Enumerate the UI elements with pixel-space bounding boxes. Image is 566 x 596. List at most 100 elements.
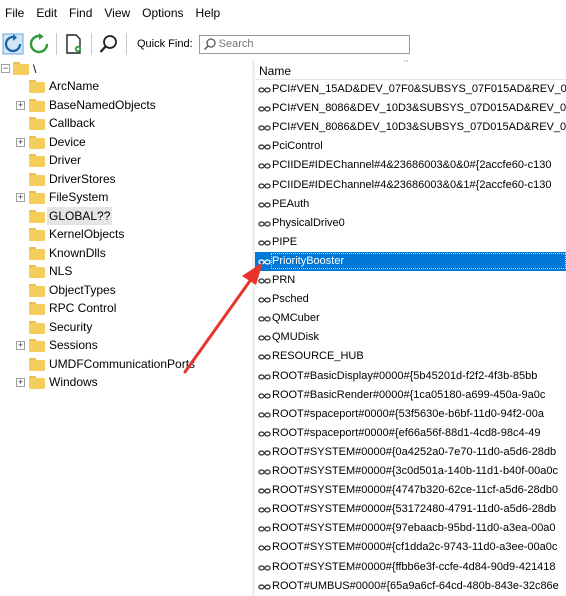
symlink-icon <box>258 583 271 590</box>
list-item[interactable]: PIPE <box>255 233 566 252</box>
tree-item[interactable]: + BaseNamedObjects <box>0 96 252 114</box>
quick-find-box[interactable] <box>198 34 410 54</box>
list-item[interactable]: ROOT#SYSTEM#0000#{4747b320-62ce-11cf-a5d… <box>255 481 566 500</box>
list-item-label: ROOT#SYSTEM#0000#{ffbb6e3f-ccfe-4d84-90d… <box>272 560 556 573</box>
list-item[interactable]: RESOURCE_HUB <box>255 347 566 366</box>
tree-item[interactable]: Security <box>0 318 252 336</box>
refresh-button[interactable] <box>0 31 26 57</box>
list-item[interactable]: PCIIDE#IDEChannel#4&23686003&0&1#{2accfe… <box>255 176 566 195</box>
expand-icon[interactable]: + <box>16 100 25 110</box>
tree-item-label: Driver <box>49 153 81 167</box>
menu-view[interactable]: View <box>99 0 137 26</box>
list-item[interactable]: PEAuth <box>255 195 566 214</box>
tree-item[interactable]: + FileSystem <box>0 188 252 206</box>
menu-bar: File Edit Find View Options Help <box>0 0 566 26</box>
expand-icon[interactable]: + <box>16 193 25 202</box>
expand-icon[interactable]: + <box>16 137 25 147</box>
list-item[interactable]: ROOT#UMBUS#0000#{65a9a6cf-64cd-480b-843e… <box>255 577 566 596</box>
expand-icon[interactable]: + <box>16 341 25 350</box>
properties-button[interactable] <box>61 31 87 57</box>
collapse-icon[interactable]: − <box>1 64 10 73</box>
list-item[interactable]: Psched <box>255 290 566 309</box>
symlink-icon <box>258 412 271 418</box>
list-item[interactable]: ROOT#SYSTEM#0000#{ffbb6e3f-ccfe-4d84-90d… <box>255 558 566 577</box>
list-item[interactable]: ROOT#BasicDisplay#0000#{5b45201d-f2f2-4f… <box>255 367 566 386</box>
menu-help[interactable]: Help <box>191 0 228 26</box>
tree-item[interactable]: NLS <box>0 262 252 280</box>
list-item-label: PRN <box>272 274 296 286</box>
menu-find[interactable]: Find <box>64 0 99 26</box>
list-item-selected[interactable]: PriorityBooster <box>255 251 566 271</box>
symlink-icon <box>258 450 271 456</box>
tree-item[interactable]: + Device <box>0 133 252 151</box>
folder-icon <box>29 154 45 167</box>
symlink-icon <box>258 182 271 189</box>
search-input[interactable] <box>216 38 399 50</box>
quick-find-label: Quick Find: <box>137 38 193 50</box>
list-item[interactable]: PCI#VEN_15AD&DEV_07F0&SUBSYS_07F015AD&RE… <box>255 80 566 99</box>
tree-item[interactable]: ArcName <box>0 77 252 95</box>
list-item[interactable]: PRN <box>255 271 566 290</box>
tree-root[interactable]: − \ <box>0 60 252 78</box>
list-item-label: PCIIDE#IDEChannel#4&23686003&0&1#{2accfe… <box>272 178 552 191</box>
folder-icon <box>29 98 45 112</box>
folder-icon <box>29 283 45 297</box>
list-item[interactable]: ROOT#SYSTEM#0000#{0a4252a0-7e70-11d0-a5d… <box>255 443 566 462</box>
tree-item[interactable]: ObjectTypes <box>0 281 252 299</box>
symlink-icon <box>258 526 271 532</box>
list-item[interactable]: QMCuber <box>255 309 566 328</box>
column-header-name[interactable]: ^ Name <box>255 60 566 80</box>
expand-icon[interactable]: + <box>16 378 25 387</box>
folder-icon <box>29 117 45 130</box>
tree-item[interactable]: RPC Control <box>0 299 252 317</box>
folder-icon <box>29 135 45 149</box>
find-button[interactable] <box>96 31 122 57</box>
magnifier-icon <box>99 35 117 53</box>
tree-item-label: Security <box>49 319 93 334</box>
folder-icon <box>29 228 45 241</box>
tree-item[interactable]: KernelObjects <box>0 225 252 243</box>
tree-item[interactable]: GLOBAL?? <box>0 206 252 225</box>
tree-item[interactable]: + Sessions <box>0 336 252 354</box>
tree-item[interactable]: UMDFCommunicationPorts <box>0 355 252 373</box>
tree-item[interactable]: Driver <box>0 151 252 169</box>
list-item[interactable]: ROOT#SYSTEM#0000#{cf1dda2c-9743-11d0-a3e… <box>255 538 566 557</box>
list-item-label: ROOT#SYSTEM#0000#{97ebaacb-95bd-11d0-a3e… <box>272 522 556 535</box>
list-item-label: QMCuber <box>272 312 320 325</box>
tree-item[interactable]: DriverStores <box>0 170 252 188</box>
list-item[interactable]: PhysicalDrive0 <box>255 214 566 233</box>
list-item-label: ROOT#BasicDisplay#0000#{5b45201d-f2f2-4f… <box>272 369 538 382</box>
auto-refresh-icon <box>29 33 49 54</box>
list-item[interactable]: ROOT#SYSTEM#0000#{3c0d501a-140b-11d1-b40… <box>255 462 566 481</box>
auto-refresh-button[interactable] <box>26 31 52 57</box>
tree-item-label: Windows <box>49 375 98 389</box>
menu-edit[interactable]: Edit <box>31 0 64 26</box>
list-item-label: ROOT#SYSTEM#0000#{cf1dda2c-9743-11d0-a3e… <box>272 541 558 554</box>
folder-icon <box>29 302 45 315</box>
menu-file[interactable]: File <box>0 0 31 26</box>
folder-icon <box>29 376 45 389</box>
symlink-icon <box>258 125 271 131</box>
list-item[interactable]: QMUDisk <box>255 328 566 347</box>
tree-item[interactable]: KnownDlls <box>0 244 252 262</box>
list-item[interactable]: PCIIDE#IDEChannel#4&23686003&0&0#{2accfe… <box>255 156 566 175</box>
refresh-icon <box>2 33 24 55</box>
object-tree[interactable]: − \ ArcName + BaseNamedObjects Callback + Devic… <box>0 60 252 596</box>
list-item-label: PCI#VEN_15AD&DEV_07F0&SUBSYS_07F015AD&RE… <box>272 83 566 95</box>
list-item[interactable]: PciControl <box>255 137 566 156</box>
list-item[interactable]: ROOT#SYSTEM#0000#{53172480-4791-11d0-a5d… <box>255 500 566 519</box>
object-list[interactable]: ^ Name PCI#VEN_15AD&DEV_07F0&SUBSYS_07F0… <box>255 60 566 596</box>
tree-item[interactable]: Callback <box>0 114 252 132</box>
sort-ascending-icon: ^ <box>404 60 409 67</box>
list-item[interactable]: ROOT#BasicRender#0000#{1ca05180-a699-450… <box>255 386 566 405</box>
list-item-label: QMUDisk <box>272 331 320 344</box>
list-item[interactable]: ROOT#spaceport#0000#{ef66a56f-88d1-4cd8-… <box>255 424 566 443</box>
list-item[interactable]: PCI#VEN_8086&DEV_10D3&SUBSYS_07D015AD&RE… <box>255 99 566 118</box>
list-item-label: Psched <box>272 293 309 306</box>
symlink-icon <box>258 259 271 265</box>
list-item[interactable]: PCI#VEN_8086&DEV_10D3&SUBSYS_07D015AD&RE… <box>255 118 566 137</box>
tree-item[interactable]: + Windows <box>0 373 252 391</box>
list-item[interactable]: ROOT#spaceport#0000#{53f5630e-b6bf-11d0-… <box>255 405 566 424</box>
list-item[interactable]: ROOT#SYSTEM#0000#{97ebaacb-95bd-11d0-a3e… <box>255 519 566 538</box>
menu-options[interactable]: Options <box>137 0 190 26</box>
